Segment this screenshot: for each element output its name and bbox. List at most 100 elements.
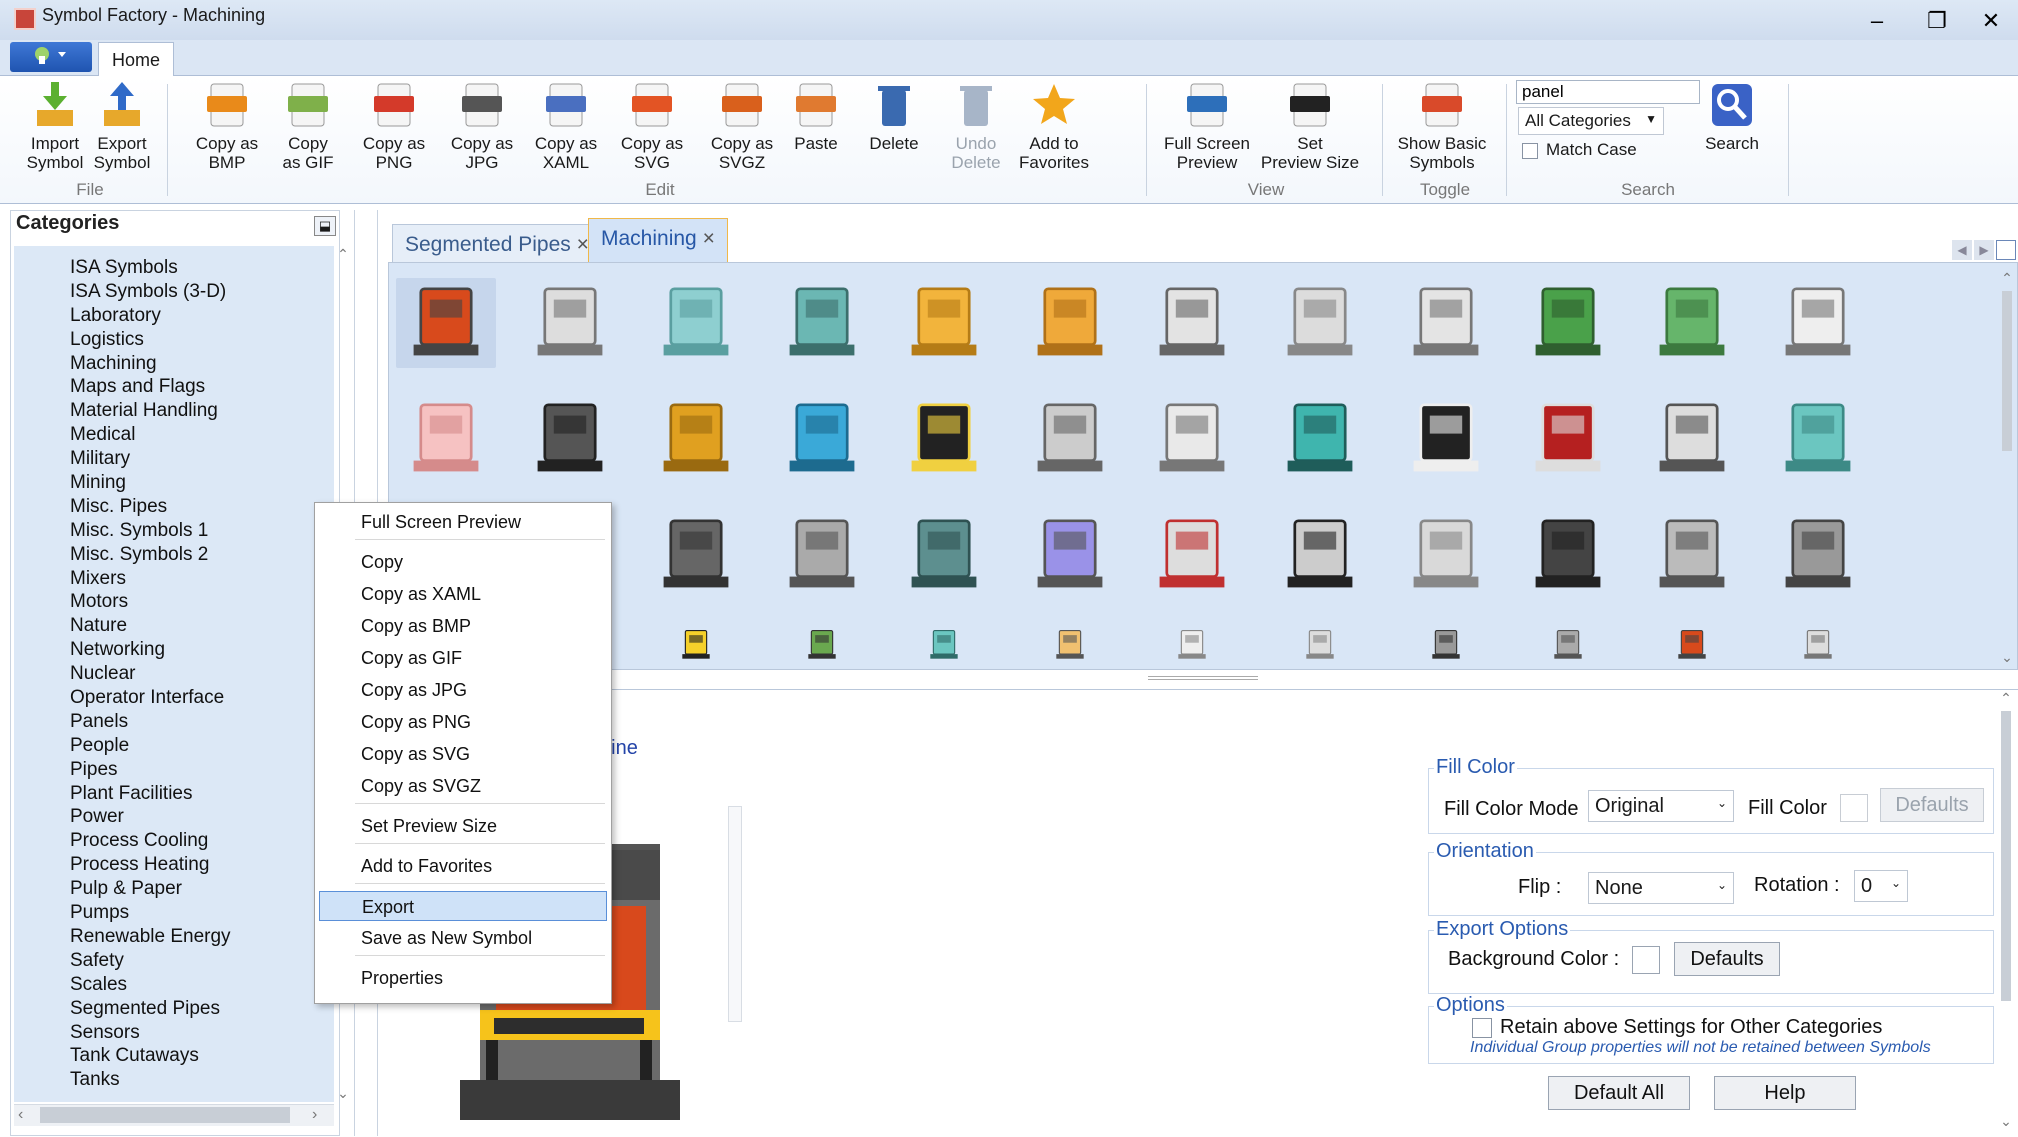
gallery-symbol[interactable] bbox=[1142, 626, 1242, 664]
category-item[interactable]: Segmented Pipes bbox=[14, 997, 334, 1021]
context-menu-item-copy-as-svg[interactable]: Copy as SVG bbox=[319, 739, 607, 769]
category-item[interactable]: Laboratory bbox=[14, 304, 334, 328]
gallery-symbol[interactable] bbox=[894, 394, 994, 484]
gallery-symbol[interactable] bbox=[894, 278, 994, 368]
gallery-symbol[interactable] bbox=[1518, 510, 1618, 600]
category-item[interactable]: Military bbox=[14, 447, 334, 471]
category-item[interactable]: Panels bbox=[14, 710, 334, 734]
category-item[interactable]: Machining bbox=[14, 352, 334, 376]
context-menu-item-properties[interactable]: Properties bbox=[319, 963, 607, 993]
category-item[interactable]: Motors bbox=[14, 590, 334, 614]
scroll-down-icon[interactable]: ⌄ bbox=[1996, 1113, 2016, 1130]
hscroll-thumb[interactable] bbox=[40, 1107, 290, 1123]
pin-icon[interactable]: ⬓ bbox=[314, 216, 336, 236]
scroll-up-icon[interactable]: ⌃ bbox=[334, 246, 352, 263]
context-menu-item-set-preview-size[interactable]: Set Preview Size bbox=[319, 811, 607, 841]
tab-segmented-pipes[interactable]: Segmented Pipes × bbox=[392, 224, 602, 262]
gallery-symbol[interactable] bbox=[1642, 394, 1742, 484]
gallery-symbol[interactable] bbox=[772, 510, 872, 600]
gallery-symbol[interactable] bbox=[1270, 626, 1370, 664]
gallery-symbol[interactable] bbox=[1768, 626, 1868, 664]
category-item[interactable]: Process Heating bbox=[14, 853, 334, 877]
gallery-symbol[interactable] bbox=[1396, 510, 1496, 600]
scroll-left-icon[interactable]: ‹ bbox=[18, 1106, 23, 1124]
context-menu-item-add-to-favorites[interactable]: Add to Favorites bbox=[319, 851, 607, 881]
category-item[interactable]: Logistics bbox=[14, 328, 334, 352]
category-item[interactable]: Nuclear bbox=[14, 662, 334, 686]
context-menu-item-save-as-new-symbol[interactable]: Save as New Symbol bbox=[319, 923, 607, 953]
export-symbol-button[interactable]: Export Symbol bbox=[88, 80, 156, 172]
gallery-symbol[interactable] bbox=[772, 278, 872, 368]
gallery-symbol[interactable] bbox=[1142, 394, 1242, 484]
scroll-thumb[interactable] bbox=[2001, 711, 2011, 1001]
category-filter-select[interactable]: All Categories ▼ bbox=[1518, 107, 1664, 135]
category-item[interactable]: Misc. Symbols 1 bbox=[14, 519, 334, 543]
match-case-checkbox[interactable]: Match Case bbox=[1522, 140, 1637, 160]
context-menu-item-full-screen-preview[interactable]: Full Screen Preview bbox=[319, 507, 607, 537]
category-item[interactable]: Sensors bbox=[14, 1021, 334, 1045]
gallery-symbol[interactable] bbox=[1768, 510, 1868, 600]
fullscreen-button[interactable]: Full Screen Preview bbox=[1152, 80, 1262, 172]
category-item[interactable]: Networking bbox=[14, 638, 334, 662]
category-item[interactable]: Pulp & Paper bbox=[14, 877, 334, 901]
gallery-symbol[interactable] bbox=[1270, 278, 1370, 368]
bmp-button[interactable]: Copy as BMP bbox=[182, 80, 272, 172]
gallery-symbol[interactable] bbox=[646, 278, 746, 368]
category-item[interactable]: ISA Symbols (3-D) bbox=[14, 280, 334, 304]
gallery-symbol[interactable] bbox=[1396, 626, 1496, 664]
context-menu-item-export[interactable]: Export bbox=[319, 891, 607, 921]
gallery-symbol[interactable] bbox=[894, 510, 994, 600]
category-item[interactable]: Tanks bbox=[14, 1068, 334, 1092]
category-item[interactable]: Misc. Pipes bbox=[14, 495, 334, 519]
gallery-symbol[interactable] bbox=[396, 394, 496, 484]
flip-select[interactable]: None ⌄ bbox=[1588, 872, 1734, 904]
tab-scroll-right-icon[interactable]: ▶ bbox=[1974, 240, 1994, 260]
gallery-symbol[interactable] bbox=[1396, 394, 1496, 484]
scroll-up-icon[interactable]: ⌃ bbox=[1998, 270, 2016, 287]
rotation-select[interactable]: 0 ⌄ bbox=[1854, 870, 1908, 902]
background-color-swatch[interactable] bbox=[1632, 946, 1660, 974]
tab-scroll-left-icon[interactable]: ◀ bbox=[1952, 240, 1972, 260]
tab-home[interactable]: Home bbox=[98, 42, 174, 78]
jpg-button[interactable]: Copy as JPG bbox=[440, 80, 524, 172]
splitter-grip[interactable] bbox=[1148, 676, 1258, 680]
gallery-symbol[interactable] bbox=[1142, 510, 1242, 600]
gallery-symbol[interactable] bbox=[1518, 394, 1618, 484]
properties-scrollbar[interactable]: ⌃ ⌄ bbox=[1996, 690, 2016, 1130]
search-button[interactable]: Search bbox=[1692, 80, 1772, 153]
gallery-symbol[interactable] bbox=[646, 510, 746, 600]
scroll-thumb[interactable] bbox=[2002, 291, 2012, 451]
category-item[interactable]: Pumps bbox=[14, 901, 334, 925]
xaml-button[interactable]: Copy as XAML bbox=[520, 80, 612, 172]
camera-button[interactable]: Set Preview Size bbox=[1252, 80, 1368, 172]
gallery-symbol[interactable] bbox=[1020, 510, 1120, 600]
category-item[interactable]: Mixers bbox=[14, 567, 334, 591]
star-button[interactable]: Add to Favorites bbox=[1006, 80, 1102, 172]
gallery-symbol[interactable] bbox=[894, 626, 994, 664]
category-item[interactable]: Medical bbox=[14, 423, 334, 447]
category-item[interactable]: Maps and Flags bbox=[14, 375, 334, 399]
svgz-button[interactable]: Copy as SVGZ bbox=[700, 80, 784, 172]
gallery-symbol[interactable] bbox=[1020, 278, 1120, 368]
gallery-symbol[interactable] bbox=[646, 394, 746, 484]
scroll-down-icon[interactable]: ⌄ bbox=[334, 1085, 352, 1102]
context-menu-item-copy-as-jpg[interactable]: Copy as JPG bbox=[319, 675, 607, 705]
delete-button[interactable]: Delete bbox=[860, 80, 928, 153]
gallery-symbol[interactable] bbox=[1642, 278, 1742, 368]
search-input[interactable] bbox=[1516, 80, 1700, 104]
gallery-symbol[interactable] bbox=[1396, 278, 1496, 368]
app-menu-button[interactable] bbox=[10, 42, 92, 72]
gallery-symbol[interactable] bbox=[646, 626, 746, 664]
fill-defaults-button[interactable]: Defaults bbox=[1880, 788, 1984, 822]
category-item[interactable]: Safety bbox=[14, 949, 334, 973]
gallery-symbol[interactable] bbox=[772, 394, 872, 484]
gallery-symbol[interactable] bbox=[520, 278, 620, 368]
category-item[interactable]: Material Handling bbox=[14, 399, 334, 423]
horizontal-splitter[interactable] bbox=[388, 670, 2018, 690]
category-item[interactable]: Mining bbox=[14, 471, 334, 495]
scroll-right-icon[interactable]: › bbox=[312, 1106, 317, 1124]
category-item[interactable]: Tank Cutaways bbox=[14, 1044, 334, 1068]
gallery-symbol[interactable] bbox=[396, 278, 496, 368]
context-menu-item-copy[interactable]: Copy bbox=[319, 547, 607, 577]
context-menu-item-copy-as-gif[interactable]: Copy as GIF bbox=[319, 643, 607, 673]
